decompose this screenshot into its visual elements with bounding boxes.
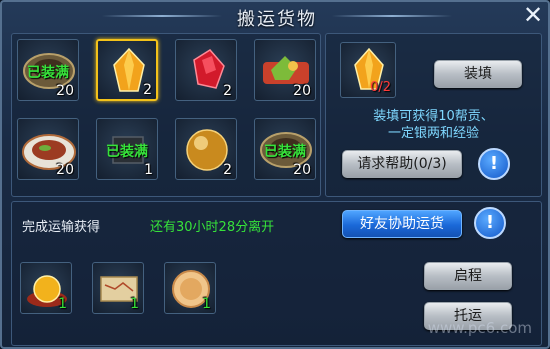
cargo-slot-4[interactable]: 20 (254, 39, 316, 101)
reward-count: 1 (202, 296, 211, 312)
cargo-slot-5[interactable]: 20 (17, 118, 79, 180)
cargo-slot-8[interactable]: 已装满 20 (254, 118, 316, 180)
cargo-slot-2[interactable]: 2 (96, 39, 158, 101)
slot-count: 1 (144, 162, 153, 178)
title-bar: 搬运货物 ✕ (2, 2, 550, 30)
slot-count: 20 (56, 83, 74, 99)
depart-button[interactable]: 启程 (424, 262, 512, 290)
slot-count: 20 (293, 83, 311, 99)
slot-count: 2 (143, 82, 152, 98)
load-reward-desc: 装填可获得10帮贡、 一定银两和经验 (326, 108, 541, 142)
cargo-dialog: 搬运货物 ✕ 已装满 20 2 2 20 20 已装满 1 2 已装满 20 0… (0, 0, 550, 349)
cargo-grid: 已装满 20 2 2 20 20 已装满 1 2 已装满 20 (11, 33, 321, 197)
reward-slot-1[interactable]: 1 (20, 262, 72, 314)
load-button[interactable]: 装填 (434, 60, 522, 88)
reward-label: 完成运输获得 (22, 220, 101, 235)
selected-item-progress: 0/2 (370, 80, 391, 95)
help-info-icon[interactable]: ! (478, 148, 510, 180)
time-left-text: 还有30小时28分离开 (150, 220, 275, 235)
slot-full-label: 已装满 (27, 65, 69, 81)
slot-count: 2 (223, 83, 232, 99)
dialog-title: 搬运货物 (237, 9, 317, 30)
close-icon[interactable]: ✕ (520, 3, 546, 28)
slot-full-label: 已装满 (106, 144, 148, 160)
selected-item-slot[interactable]: 0/2 (340, 42, 396, 98)
reward-count: 1 (130, 296, 139, 312)
slot-full-label: 已装满 (264, 144, 306, 160)
reward-slot-3[interactable]: 1 (164, 262, 216, 314)
load-info-panel: 0/2 装填 装填可获得10帮贡、 一定银两和经验 请求帮助(0/3) ! (325, 33, 542, 197)
cargo-slot-3[interactable]: 2 (175, 39, 237, 101)
watermark: www.pc6.com (427, 319, 532, 337)
load-desc-line-2: 一定银两和经验 (387, 126, 479, 141)
slot-count: 2 (223, 162, 232, 178)
reward-slot-2[interactable]: 1 (92, 262, 144, 314)
cargo-slot-7[interactable]: 2 (175, 118, 237, 180)
load-desc-line-1: 装填可获得10帮贡、 (373, 109, 494, 124)
slot-count: 20 (293, 162, 311, 178)
friend-help-info-icon[interactable]: ! (474, 207, 506, 239)
cargo-slot-6[interactable]: 已装满 1 (96, 118, 158, 180)
request-help-button[interactable]: 请求帮助(0/3) (342, 150, 462, 178)
cargo-slot-1[interactable]: 已装满 20 (17, 39, 79, 101)
slot-count: 20 (56, 162, 74, 178)
friend-help-button[interactable]: 好友协助运货 (342, 210, 462, 238)
reward-count: 1 (58, 296, 67, 312)
